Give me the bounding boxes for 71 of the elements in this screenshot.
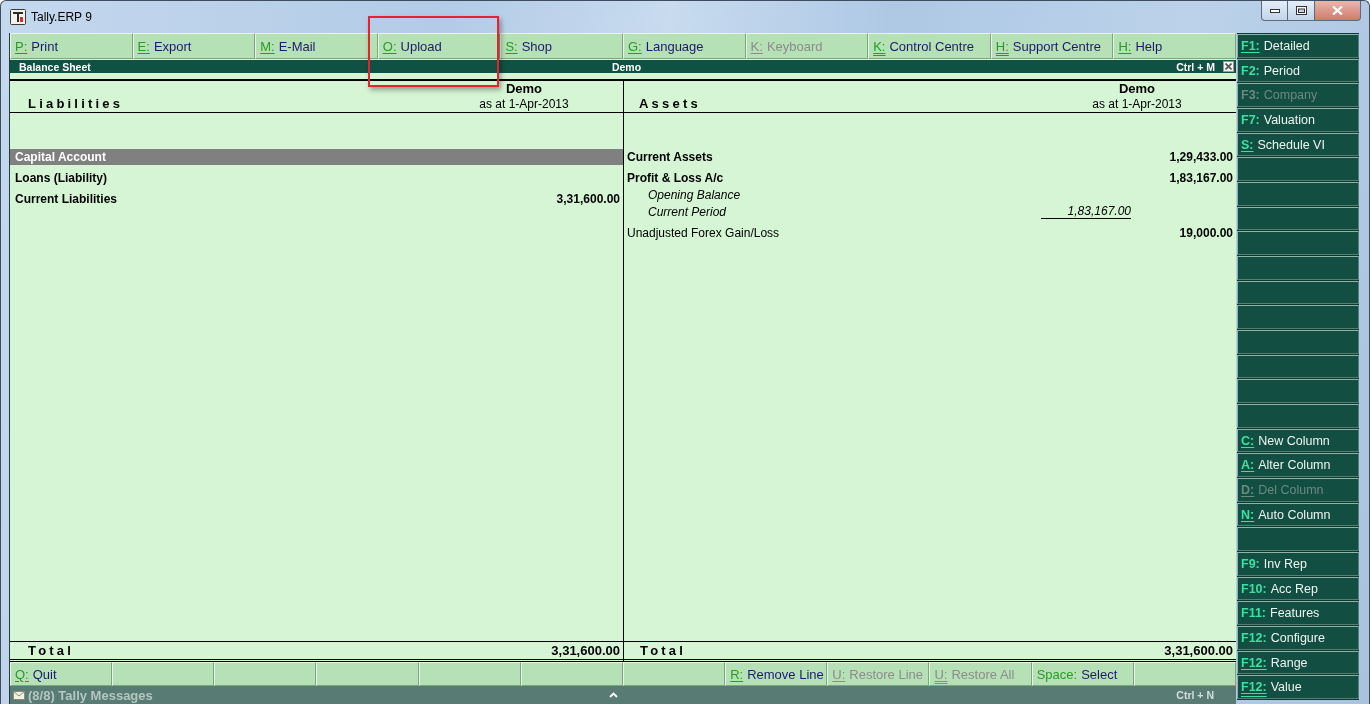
account-row[interactable]: Unadjusted Forex Gain/Loss 19,000.00 bbox=[624, 225, 1236, 241]
account-row[interactable]: Current Assets 1,29,433.00 bbox=[624, 149, 1236, 165]
shortcut-label: Ctrl + N bbox=[1176, 689, 1214, 701]
side-button[interactable]: F2: Period bbox=[1237, 58, 1359, 83]
report-date: as at 1-Apr-2013 bbox=[479, 96, 569, 112]
app-icon bbox=[10, 9, 26, 25]
amount: 1,29,433.00 bbox=[1169, 150, 1233, 164]
sub-account-name: Opening Balance bbox=[648, 187, 741, 202]
side-button[interactable]: F12: Range bbox=[1237, 650, 1359, 675]
chevron-up-icon[interactable] bbox=[609, 692, 618, 698]
toolbar-button[interactable]: Space: Select bbox=[1031, 662, 1134, 686]
close-icon bbox=[1225, 63, 1232, 70]
column-heading: Assets bbox=[639, 96, 701, 112]
side-button[interactable]: F10: Acc Rep bbox=[1237, 576, 1359, 601]
shortcut-label: Ctrl + M bbox=[1176, 60, 1215, 73]
minimize-button[interactable] bbox=[1261, 1, 1288, 21]
total-label: Total bbox=[28, 643, 75, 658]
side-button[interactable]: F12: Value bbox=[1237, 675, 1359, 700]
close-icon bbox=[1332, 6, 1343, 15]
account-name: Profit & Loss A/c bbox=[627, 171, 724, 185]
side-button[interactable]: N: Auto Column bbox=[1237, 502, 1359, 527]
account-row[interactable]: Loans (Liability) bbox=[10, 170, 623, 186]
account-name: Current Assets bbox=[627, 150, 713, 164]
company-name: Demo bbox=[611, 60, 642, 73]
toolbar-button[interactable]: R: Remove Line bbox=[725, 662, 828, 686]
toolbar-button[interactable]: H: Support Centre bbox=[990, 33, 1114, 59]
amount: 3,31,600.00 bbox=[556, 192, 620, 206]
total-amount: 3,31,600.00 bbox=[551, 643, 620, 658]
toolbar-button[interactable]: M: E-Mail bbox=[255, 33, 378, 59]
company-name: Demo bbox=[1118, 81, 1156, 96]
minimize-icon bbox=[1269, 8, 1280, 13]
close-report-button[interactable] bbox=[1223, 61, 1234, 72]
side-button[interactable]: A: Alter Column bbox=[1237, 453, 1359, 478]
window-title: Tally.ERP 9 bbox=[31, 10, 92, 24]
close-button[interactable] bbox=[1315, 1, 1361, 21]
company-name: Demo bbox=[505, 81, 543, 96]
toolbar-button[interactable]: O: Upload bbox=[377, 33, 501, 59]
account-row[interactable]: Current Liabilities 3,31,600.00 bbox=[10, 191, 623, 207]
toolbar-button[interactable]: Q: Quit bbox=[10, 662, 113, 686]
toolbar-button[interactable]: K: Control Centre bbox=[868, 33, 991, 59]
amount: 1,83,167.00 bbox=[1169, 171, 1233, 185]
messages-title: (8/8) Tally Messages bbox=[28, 687, 153, 703]
account-name: Unadjusted Forex Gain/Loss bbox=[627, 226, 780, 240]
toolbar-button[interactable]: G: Language bbox=[623, 33, 746, 59]
total-amount: 3,31,600.00 bbox=[1164, 643, 1233, 658]
account-row[interactable]: Profit & Loss A/c 1,83,167.00 bbox=[624, 170, 1236, 186]
toolbar-button[interactable]: S: Shop bbox=[500, 33, 623, 59]
account-row[interactable]: Capital Account bbox=[10, 149, 623, 165]
toolbar-button[interactable]: P: Print bbox=[10, 33, 133, 59]
account-name: Current Liabilities bbox=[15, 192, 118, 206]
account-name: Loans (Liability) bbox=[15, 171, 107, 185]
total-label: Total bbox=[640, 643, 687, 658]
mail-icon bbox=[13, 690, 25, 700]
maximize-icon bbox=[1295, 6, 1307, 15]
side-button[interactable]: F12: Configure bbox=[1237, 626, 1359, 650]
column-heading: Liabilities bbox=[28, 96, 124, 112]
side-button[interactable]: S: Schedule VI bbox=[1237, 132, 1359, 157]
toolbar-button[interactable]: H: Help bbox=[1113, 33, 1236, 59]
amount: 19,000.00 bbox=[1179, 226, 1233, 240]
maximize-button[interactable] bbox=[1288, 1, 1315, 21]
report-title: Balance Sheet bbox=[19, 60, 92, 73]
sub-amount: 1,83,167.00 bbox=[1041, 204, 1131, 219]
report-date: as at 1-Apr-2013 bbox=[1092, 96, 1182, 112]
side-button[interactable]: F9: Inv Rep bbox=[1237, 552, 1359, 576]
account-name: Capital Account bbox=[15, 150, 106, 164]
side-button[interactable]: C: New Column bbox=[1237, 428, 1359, 453]
toolbar-button[interactable]: E: Export bbox=[132, 33, 256, 59]
side-button[interactable]: F7: Valuation bbox=[1237, 108, 1359, 132]
sub-account-name: Current Period bbox=[648, 204, 727, 219]
side-button[interactable]: F11: Features bbox=[1237, 601, 1359, 626]
side-button[interactable]: F1: Detailed bbox=[1237, 34, 1359, 58]
